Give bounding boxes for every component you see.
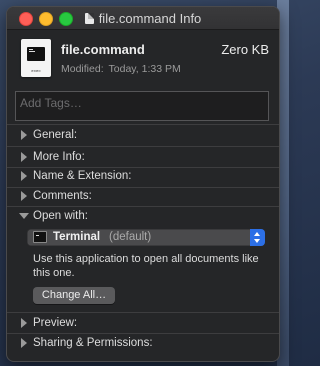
section-open-with-label: Open with: — [33, 210, 88, 222]
selected-app-note: (default) — [109, 231, 152, 243]
file-size: Zero KB — [221, 42, 269, 57]
file-icon-caption: exec — [31, 70, 41, 74]
modified-value: Today, 1:33 PM — [108, 63, 181, 75]
section-general-label: General: — [33, 129, 78, 141]
disclosure-triangle-icon[interactable] — [21, 171, 27, 181]
chevron-up-icon — [254, 232, 260, 236]
terminal-glyph-icon — [27, 47, 45, 61]
popup-chevrons-icon[interactable] — [250, 229, 265, 246]
modified-info: Modified: Today, 1:33 PM — [61, 63, 181, 75]
section-comments-label: Comments: — [33, 190, 92, 202]
disclosure-triangle-icon[interactable] — [21, 318, 27, 328]
section-sharing-permissions-label: Sharing & Permissions: — [33, 337, 153, 349]
section-preview[interactable]: Preview: — [7, 315, 279, 333]
divider — [7, 146, 279, 147]
terminal-app-icon — [33, 231, 47, 243]
open-with-description: Use this application to open all documen… — [33, 253, 259, 279]
section-preview-label: Preview: — [33, 317, 78, 329]
divider — [7, 206, 279, 207]
disclosure-triangle-icon[interactable] — [21, 191, 27, 201]
section-general[interactable]: General: — [7, 127, 279, 145]
section-comments[interactable]: Comments: — [7, 188, 279, 206]
command-file-icon: exec — [21, 39, 51, 77]
section-more-info-label: More Info: — [33, 151, 85, 163]
title-bar[interactable]: file.command Info — [7, 7, 279, 30]
window-title: file.command Info — [7, 10, 279, 28]
file-name: file.command — [61, 42, 145, 57]
tags-input[interactable]: Add Tags… — [15, 91, 269, 121]
section-more-info[interactable]: More Info: — [7, 149, 279, 167]
info-window: file.command Info exec file.command Zero… — [6, 6, 280, 362]
disclosure-triangle-icon[interactable] — [21, 130, 27, 140]
section-name-extension-label: Name & Extension: — [33, 170, 132, 182]
change-all-button[interactable]: Change All… — [33, 287, 115, 304]
modified-label: Modified: — [61, 63, 104, 75]
section-sharing-permissions[interactable]: Sharing & Permissions: — [7, 335, 279, 353]
selected-app-name: Terminal — [53, 231, 101, 243]
open-with-app-select[interactable]: Terminal (default) — [27, 229, 265, 246]
window-title-text: file.command Info — [98, 11, 202, 26]
chevron-down-icon — [254, 239, 260, 243]
divider — [7, 333, 279, 334]
document-icon — [84, 13, 94, 24]
divider — [7, 312, 279, 313]
file-header: exec file.command Zero KB Modified: Toda… — [7, 29, 279, 89]
disclosure-triangle-icon[interactable] — [21, 152, 27, 162]
divider — [7, 124, 279, 125]
section-open-with[interactable]: Open with: — [7, 208, 279, 226]
section-name-extension[interactable]: Name & Extension: — [7, 168, 279, 186]
disclosure-triangle-open-icon[interactable] — [19, 213, 29, 219]
disclosure-triangle-icon[interactable] — [21, 338, 27, 348]
